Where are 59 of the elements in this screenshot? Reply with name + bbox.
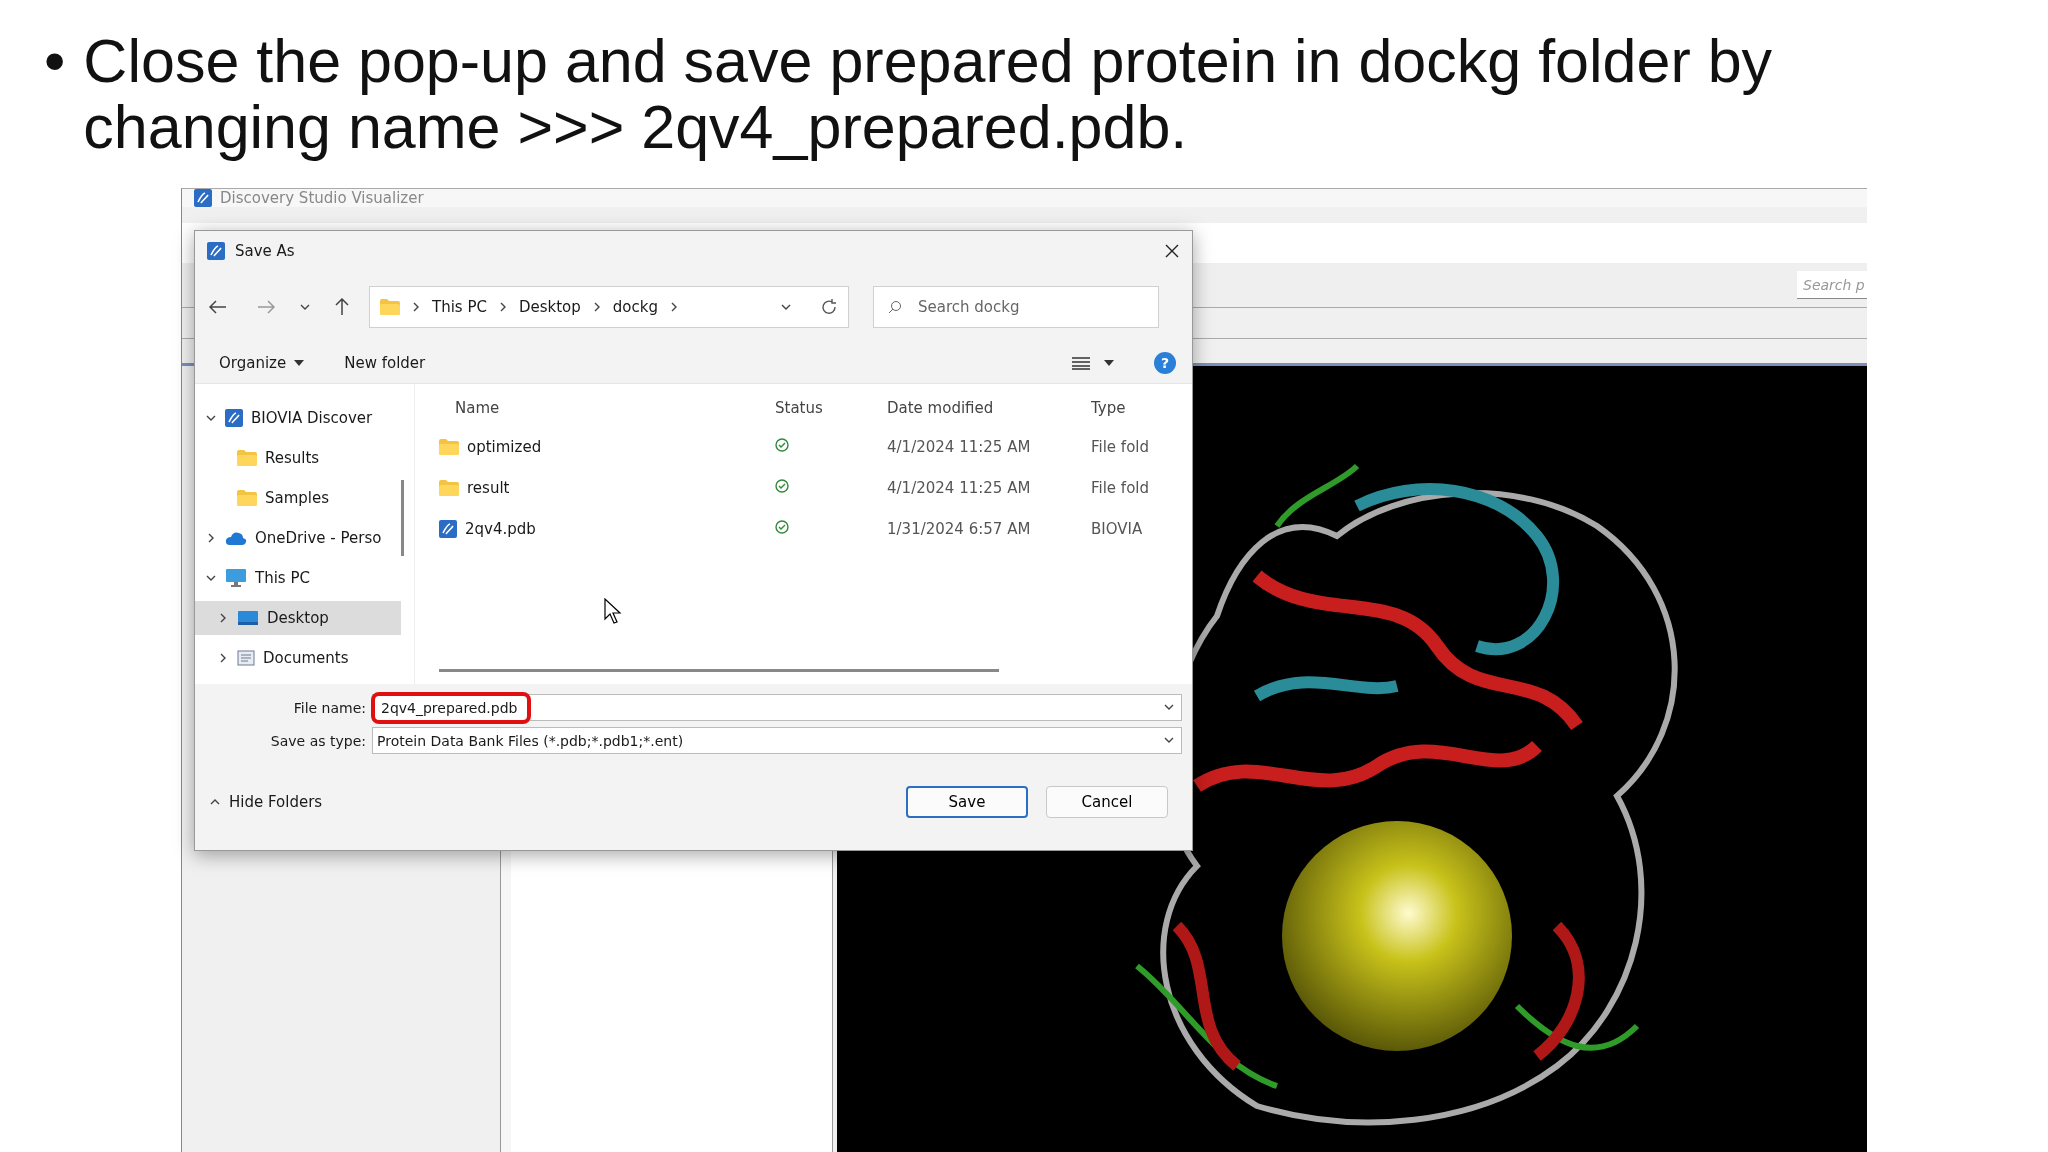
- tree-item[interactable]: This PC: [195, 561, 401, 595]
- tree-item[interactable]: Documents: [195, 641, 401, 675]
- cursor-icon: [604, 598, 622, 624]
- highlight-box[interactable]: 2qv4_prepared.pdb: [371, 691, 532, 724]
- view-icon[interactable]: [1072, 356, 1090, 370]
- file-name[interactable]: 2qv4.pdb: [465, 519, 536, 538]
- documents-icon: [237, 650, 255, 666]
- tree-item[interactable]: OneDrive - Perso: [195, 521, 401, 555]
- hide-folders-button[interactable]: Hide Folders: [209, 793, 323, 811]
- folder-icon: [439, 438, 459, 455]
- breadcrumb-item[interactable]: This PC: [432, 298, 487, 316]
- type-dropdown[interactable]: Protein Data Bank Files (*.pdb;*.pdb1;*.ent): [372, 727, 1182, 754]
- slide-text: Close the pop-up and save prepared protein in dockg folder by changing name >>> 2qv4_prepared.pdb.: [83, 28, 1774, 163]
- new-folder-button[interactable]: New folder: [344, 354, 426, 372]
- save-button[interactable]: Save: [906, 786, 1028, 818]
- tree-item[interactable]: Samples: [195, 481, 401, 515]
- tree-item[interactable]: Results: [195, 441, 401, 475]
- type-cell-text: File fold: [1091, 478, 1150, 497]
- type-cell-text: File fold: [1091, 437, 1150, 456]
- bullet: •: [44, 28, 66, 97]
- column-header[interactable]: Name: [415, 399, 775, 417]
- cloud-icon: [225, 531, 247, 545]
- folder-icon: [237, 450, 257, 466]
- type-cell-text: BIOVIA: [1091, 519, 1144, 538]
- back-icon[interactable]: [209, 300, 227, 314]
- folder-icon: [439, 479, 459, 496]
- folder-icon: [380, 299, 400, 315]
- app-icon: [225, 409, 243, 427]
- window-title: Discovery Studio Visualizer: [220, 189, 424, 207]
- file-name[interactable]: optimized: [467, 437, 542, 456]
- dialog-title: Save As: [235, 242, 295, 260]
- desktop-icon: [237, 610, 259, 626]
- refresh-icon[interactable]: [820, 298, 838, 316]
- organize-menu[interactable]: Organize: [219, 354, 305, 372]
- field-label: Save as type:: [269, 732, 366, 749]
- date-cell-text: 4/1/2024 11:25 AM: [887, 478, 1032, 497]
- monitor-icon: [225, 568, 247, 588]
- cancel-button[interactable]: Cancel: [1046, 786, 1168, 818]
- folder-icon: [237, 490, 257, 506]
- close-icon[interactable]: [1164, 243, 1180, 259]
- tree-item[interactable]: BIOVIA Discover: [195, 401, 401, 435]
- app-icon: [439, 519, 457, 538]
- app-icon: [207, 242, 225, 260]
- file-name[interactable]: result: [467, 478, 510, 497]
- breadcrumb-item[interactable]: dockg: [612, 298, 658, 316]
- up-icon[interactable]: [335, 298, 349, 316]
- forward-icon[interactable]: [257, 300, 275, 314]
- date-cell-text: 1/31/2024 6:57 AM: [887, 519, 1032, 538]
- field-label: File name:: [292, 699, 366, 716]
- column-header[interactable]: Date modified: [887, 399, 1091, 417]
- breadcrumb-item[interactable]: Desktop: [518, 298, 581, 316]
- column-header[interactable]: Type: [1091, 399, 1192, 417]
- address-bar[interactable]: This PC Desktop dockg: [369, 286, 849, 328]
- column-header[interactable]: Status: [775, 399, 887, 417]
- help-icon[interactable]: ?: [1154, 352, 1176, 374]
- date-cell-text: 4/1/2024 11:25 AM: [887, 437, 1032, 456]
- search-field[interactable]: Search dockg: [873, 286, 1159, 328]
- tree-item[interactable]: Desktop: [195, 601, 401, 635]
- search-icon: [888, 300, 902, 314]
